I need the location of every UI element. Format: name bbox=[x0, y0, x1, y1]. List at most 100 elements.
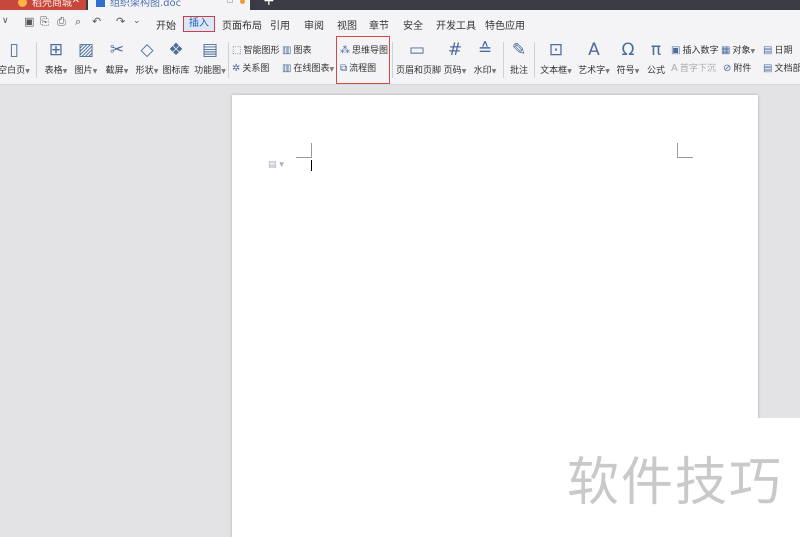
function-chart-label: 功能图 bbox=[194, 66, 222, 76]
comment-label: 批注 bbox=[509, 66, 528, 76]
export-pdf-icon[interactable]: ⎘ bbox=[40, 15, 49, 29]
picture-label: 图片 bbox=[74, 66, 93, 76]
table-icon: ⊞ bbox=[48, 40, 64, 60]
text-box-button[interactable]: ⊡ 文本框▼ bbox=[539, 39, 573, 76]
chevron-down-icon[interactable]: ∨ bbox=[2, 16, 9, 26]
tab-document-label: 组织架构图.doc bbox=[110, 0, 182, 9]
menu-references[interactable]: 引用 bbox=[270, 17, 290, 32]
text-box-label: 文本框 bbox=[540, 66, 568, 76]
window-tab-bar: 稻壳商城 ✕ 组织架构图.doc ◻ + bbox=[0, 0, 800, 10]
header-footer-button[interactable]: ▭ 页眉和页脚 bbox=[396, 39, 442, 76]
watermark-label: 水印 bbox=[473, 66, 492, 76]
online-chart-button[interactable]: ▥ 在线图表▼ bbox=[282, 61, 334, 74]
formula-button[interactable]: π 公式 bbox=[645, 39, 667, 76]
menu-developer[interactable]: 开发工具 bbox=[436, 17, 476, 32]
object-button[interactable]: ▦ 对象▼ bbox=[721, 43, 755, 56]
word-art-button[interactable]: A 艺术字▼ bbox=[577, 39, 611, 76]
smart-art-icon: ⬚ bbox=[232, 45, 242, 56]
date-label: 日期 bbox=[774, 46, 793, 56]
table-button[interactable]: ⊞ 表格▼ bbox=[42, 39, 70, 76]
shape-icon: ◇ bbox=[140, 40, 154, 60]
header-footer-icon: ▭ bbox=[408, 40, 426, 60]
picture-button[interactable]: ▨ 图片▼ bbox=[72, 39, 100, 76]
ribbon-divider bbox=[36, 42, 37, 78]
scissors-icon: ✂ bbox=[109, 40, 125, 60]
pi-icon: π bbox=[650, 40, 662, 60]
ribbon-divider bbox=[534, 42, 535, 78]
blank-page-icon: ▯ bbox=[9, 40, 19, 60]
crop-mark-top-right-h bbox=[677, 157, 693, 158]
menu-security[interactable]: 安全 bbox=[403, 17, 423, 32]
paragraph-layout-icon[interactable]: ▤ ▾ bbox=[268, 160, 284, 170]
ribbon-divider bbox=[392, 42, 393, 78]
doc-part-button[interactable]: ▤ 文档部 bbox=[763, 61, 800, 74]
word-art-icon: A bbox=[588, 40, 600, 60]
date-button[interactable]: ▤ 日期 bbox=[763, 43, 792, 56]
ribbon-divider bbox=[503, 42, 504, 78]
blank-page-button[interactable]: ▯ 空白页▼ bbox=[0, 39, 30, 76]
menu-review[interactable]: 审阅 bbox=[304, 17, 324, 32]
attachment-button[interactable]: ⊘ 附件 bbox=[723, 61, 751, 74]
icon-library-icon: ❖ bbox=[168, 40, 184, 60]
drop-cap-label: 首字下沉 bbox=[679, 64, 716, 74]
save-icon[interactable]: ▣ bbox=[24, 15, 34, 28]
menu-start[interactable]: 开始 bbox=[156, 17, 176, 32]
table-label: 表格 bbox=[44, 66, 63, 76]
watermark-button[interactable]: ≙ 水印▼ bbox=[472, 39, 498, 76]
mind-map-highlight bbox=[336, 36, 390, 84]
menu-insert[interactable]: 插入 bbox=[183, 16, 215, 32]
pin-icon[interactable]: ◻ bbox=[226, 0, 233, 5]
header-footer-label: 页眉和页脚 bbox=[396, 66, 442, 76]
ribbon-divider bbox=[228, 42, 229, 78]
new-tab-button[interactable]: + bbox=[263, 0, 275, 9]
page-number-button[interactable]: # 页码▼ bbox=[442, 39, 468, 76]
drop-cap-icon: A bbox=[671, 63, 678, 74]
insert-ribbon: ▯ 空白页▼ ⊞ 表格▼ ▨ 图片▼ ✂ 截屏▼ ◇ 形状▼ ❖ 图标库 ▤ 功… bbox=[0, 36, 800, 85]
menu-bar: ∨ ▣ ⎘ ⎙ ⌕ ↶ ↷ ⌄ 开始 插入 页面布局 引用 审阅 视图 章节 安… bbox=[0, 10, 800, 36]
relation-chart-label: 关系图 bbox=[242, 64, 270, 74]
function-chart-button[interactable]: ▤ 功能图▼ bbox=[193, 39, 227, 76]
print-icon[interactable]: ⎙ bbox=[57, 15, 66, 29]
print-preview-icon[interactable]: ⌕ bbox=[75, 15, 81, 29]
close-icon[interactable]: ✕ bbox=[72, 0, 80, 6]
tab-docer-shop-label: 稻壳商城 bbox=[32, 0, 72, 9]
function-chart-icon: ▤ bbox=[201, 40, 219, 60]
menu-view[interactable]: 视图 bbox=[337, 17, 357, 32]
relation-chart-button[interactable]: ✲ 关系图 bbox=[232, 61, 269, 74]
chart-label: 图表 bbox=[293, 46, 312, 56]
drop-cap-button[interactable]: A 首字下沉 bbox=[671, 61, 716, 74]
relation-chart-icon: ✲ bbox=[232, 63, 241, 74]
online-chart-label: 在线图表 bbox=[293, 64, 330, 74]
menu-page-layout[interactable]: 页面布局 bbox=[222, 17, 262, 32]
customize-toolbar-icon[interactable]: ⌄ bbox=[133, 16, 141, 26]
symbol-button[interactable]: Ω 符号▼ bbox=[615, 39, 641, 76]
screenshot-button[interactable]: ✂ 截屏▼ bbox=[103, 39, 131, 76]
insert-number-label: 插入数字 bbox=[682, 46, 719, 56]
smart-art-button[interactable]: ⬚ 智能图形 bbox=[232, 43, 279, 56]
insert-number-icon: ▣ bbox=[671, 45, 681, 56]
insert-number-button[interactable]: ▣ 插入数字 bbox=[671, 43, 718, 56]
bar-chart-icon: ▥ bbox=[282, 45, 292, 56]
object-label: 对象 bbox=[732, 46, 751, 56]
icon-library-label: 图标库 bbox=[162, 66, 190, 76]
shape-label: 形状 bbox=[135, 66, 154, 76]
icon-library-button[interactable]: ❖ 图标库 bbox=[162, 39, 190, 76]
word-doc-icon bbox=[96, 0, 105, 7]
text-box-icon: ⊡ bbox=[548, 40, 564, 60]
shape-button[interactable]: ◇ 形状▼ bbox=[133, 39, 161, 76]
text-cursor bbox=[311, 160, 312, 171]
undo-icon[interactable]: ↶ bbox=[92, 15, 101, 28]
calendar-icon: ▤ bbox=[763, 45, 773, 56]
online-chart-icon: ▥ bbox=[282, 63, 292, 74]
formula-label: 公式 bbox=[646, 66, 665, 76]
comment-button[interactable]: ✎ 批注 bbox=[508, 39, 530, 76]
doc-part-icon: ▤ bbox=[763, 63, 773, 74]
word-art-label: 艺术字 bbox=[578, 66, 606, 76]
menu-special[interactable]: 特色应用 bbox=[485, 17, 525, 32]
paperclip-icon: ⊘ bbox=[723, 63, 732, 74]
chart-button[interactable]: ▥ 图表 bbox=[282, 43, 311, 56]
tab-docer-shop[interactable]: 稻壳商城 ✕ bbox=[0, 0, 86, 10]
menu-sections[interactable]: 章节 bbox=[369, 17, 389, 32]
screenshot-label: 截屏 bbox=[105, 66, 124, 76]
redo-icon[interactable]: ↷ bbox=[116, 15, 125, 28]
